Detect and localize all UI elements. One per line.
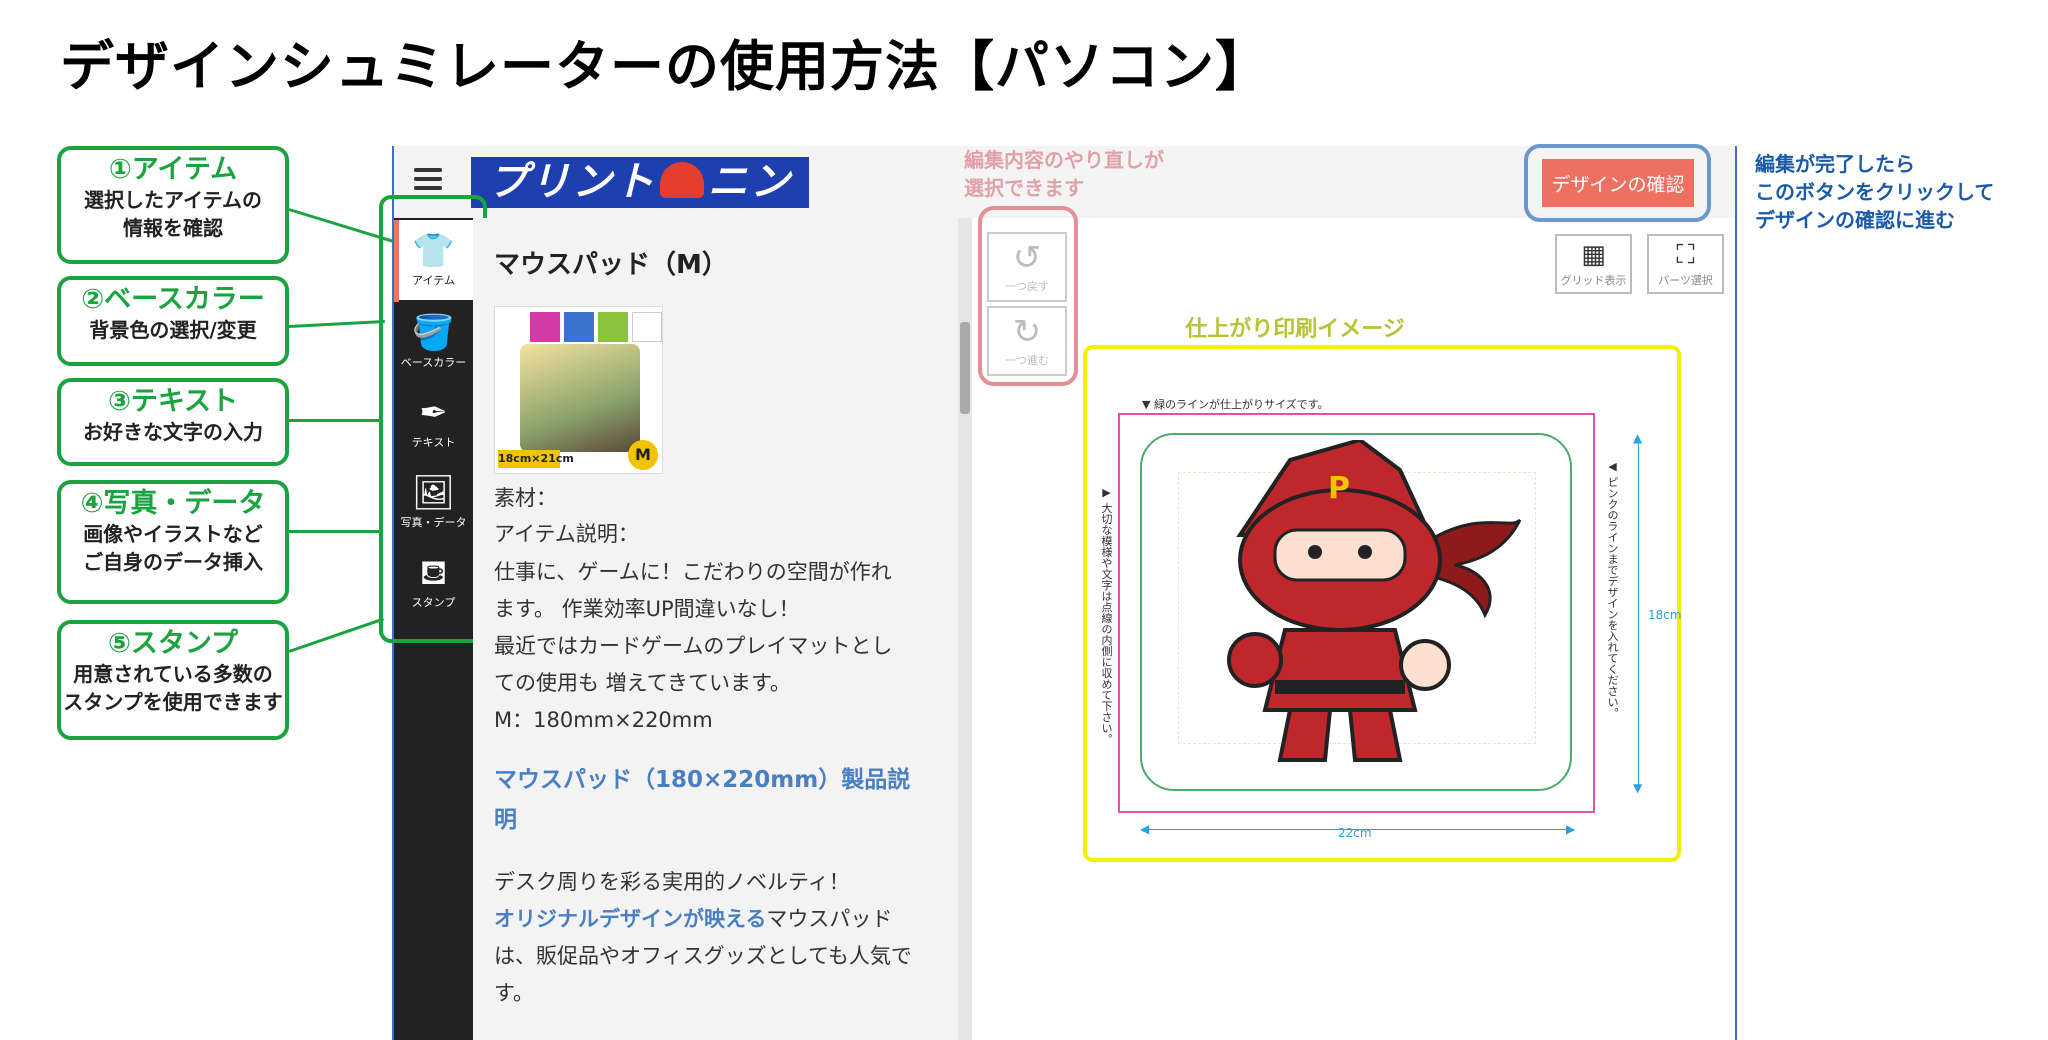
body-text-rest: マウスパッド <box>766 907 893 931</box>
history-note-line: 選択できます <box>964 176 1084 200</box>
hamburger-menu-icon[interactable] <box>414 168 442 190</box>
logo-text: プリント <box>488 159 656 205</box>
height-dimension-line <box>1638 437 1639 790</box>
product-artwork <box>520 344 640 452</box>
thumb-size-label: 18cm×21cm <box>498 450 574 468</box>
annotation-heading: ③テキスト <box>107 386 239 417</box>
history-note-line: 編集内容のやり直しが <box>964 148 1164 172</box>
body-text: オリジナルデザインが映えるマウスパッド <box>494 903 892 933</box>
frame-border <box>1735 146 1737 1040</box>
body-text: デスク周りを彩る実用的ノベルティ！ <box>494 870 850 894</box>
sidebar-highlight <box>379 195 487 643</box>
logo[interactable]: プリントニンジャ <box>471 157 809 208</box>
safe-area-note: ▶ 大切な模様や文字は点線の内側に収めて下さい。 <box>1100 486 1113 745</box>
section-title: マウスパッド（180×220mm）製品説 <box>494 767 911 793</box>
product-name: マウスパッド（M） <box>494 250 728 280</box>
annotation-photo-data: ④写真・データ 画像やイラストなど ご自身のデータ挿入 <box>57 480 289 604</box>
arrow-up-icon: ▲ <box>1633 431 1643 445</box>
annotation-stamp: ⑤スタンプ 用意されている多数の スタンプを使用できます <box>57 620 289 740</box>
select-frame-icon: ⛶ <box>1676 240 1695 270</box>
print-preview-title: 仕上がり印刷イメージ <box>1185 317 1405 342</box>
annotation-desc: お好きな文字の入力 <box>83 420 263 444</box>
confirm-note-line: このボタンをクリックして <box>1755 180 1995 204</box>
description-label: アイテム説明： <box>494 522 639 546</box>
bleed-note: ◀ ピンクのラインまでデザインを入れてください。 <box>1606 460 1619 719</box>
svg-text:P: P <box>1328 471 1350 506</box>
annotation-item: ①アイテム 選択したアイテムの 情報を確認 <box>57 146 289 264</box>
body-text: す。 <box>494 981 534 1005</box>
annotation-heading: ⑤スタンプ <box>107 628 239 659</box>
body-text: は、販促品やオフィスグッズとしても人気で <box>494 944 912 968</box>
badge-quantity <box>598 312 628 342</box>
annotation-desc: スタンプを使用できます <box>63 690 283 714</box>
confirm-note-line: デザインの確認に進む <box>1755 208 1955 232</box>
mushroom-icon <box>660 162 704 198</box>
confirm-highlight <box>1524 144 1711 222</box>
description-line: ます。 作業効率UP間違いなし！ <box>494 597 800 621</box>
material-label: 素材： <box>494 486 557 510</box>
badge-print <box>564 312 594 342</box>
height-label: 18cm <box>1648 608 1682 622</box>
leader-line <box>288 319 385 328</box>
arrow-right-icon: ▶ <box>1566 822 1576 836</box>
page-title: デザインシュミレーターの使用方法【パソコン】 <box>60 35 1270 98</box>
annotation-desc: 背景色の選択/変更 <box>89 318 257 342</box>
description-line: 最近ではカードゲームのプレイマットとし <box>494 634 893 658</box>
arrow-down-icon: ▼ <box>1633 781 1643 795</box>
section-title: 明 <box>494 807 517 833</box>
thumb-size-badge: M <box>628 440 658 470</box>
parts-select-button[interactable]: ⛶ パーツ選択 <box>1647 234 1724 294</box>
badge-fullcolor <box>632 312 662 342</box>
grid-toggle-button[interactable]: ▦ グリッド表示 <box>1555 234 1632 294</box>
annotation-desc: 用意されている多数の <box>73 662 273 686</box>
arrow-left-icon: ◀ <box>1140 822 1150 836</box>
width-label: 22cm <box>1338 826 1372 840</box>
leader-line <box>289 530 383 533</box>
grid-icon: ▦ <box>1581 240 1606 270</box>
badge-material <box>530 312 560 342</box>
annotation-text: ③テキスト お好きな文字の入力 <box>57 378 289 466</box>
description-line: M：180mm×220mm <box>494 708 713 732</box>
grid-label: グリッド表示 <box>1560 274 1627 287</box>
leader-line <box>289 419 383 422</box>
finish-size-note: ▼ 緑のラインが仕上がりサイズです。 <box>1142 398 1329 411</box>
confirm-note: 編集が完了したら このボタンをクリックして デザインの確認に進む <box>1755 150 1994 234</box>
history-highlight <box>978 206 1078 386</box>
ninja-mascot-image[interactable]: P <box>1180 440 1540 780</box>
history-note: 編集内容のやり直しが 選択できます <box>964 146 1164 202</box>
annotation-desc: 情報を確認 <box>123 216 223 240</box>
leader-line <box>288 617 385 653</box>
highlight-text: オリジナルデザインが映える <box>494 907 767 931</box>
description-line: 仕事に、ゲームに！こだわりの空間が作れ <box>494 560 892 584</box>
annotation-heading: ②ベースカラー <box>81 284 265 315</box>
annotation-desc: ご自身のデータ挿入 <box>83 550 263 574</box>
parts-label: パーツ選択 <box>1658 274 1713 287</box>
confirm-note-line: 編集が完了したら <box>1755 152 1915 176</box>
annotation-desc: 画像やイラストなど <box>83 522 263 546</box>
panel-scrollbar-thumb[interactable] <box>960 322 970 414</box>
description-line: ての使用も 増えてきています。 <box>494 671 791 695</box>
annotation-base-color: ②ベースカラー 背景色の選択/変更 <box>57 276 289 366</box>
annotation-desc: 選択したアイテムの <box>84 188 262 212</box>
annotation-heading: ④写真・データ <box>80 488 266 519</box>
annotation-heading: ①アイテム <box>108 154 238 185</box>
